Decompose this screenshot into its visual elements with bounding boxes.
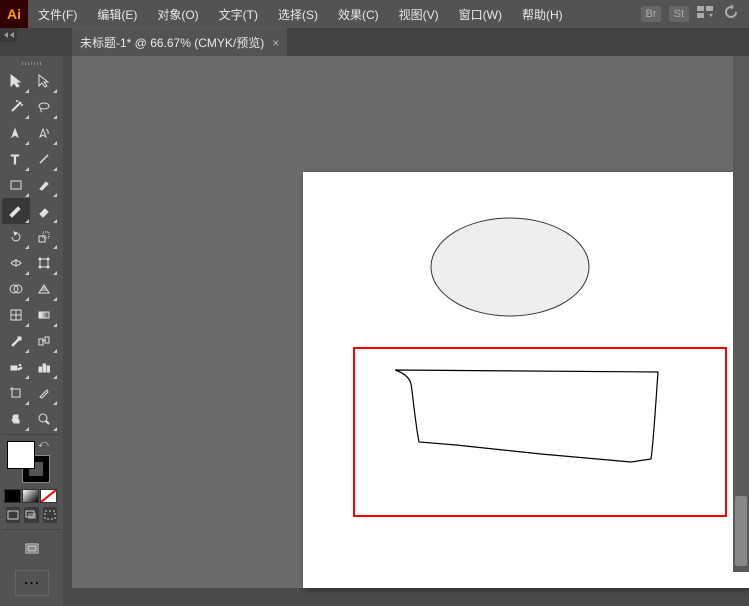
menu-bar: Ai 文件(F) 编辑(E) 对象(O) 文字(T) 选择(S) 效果(C) 视… bbox=[0, 0, 749, 28]
color-gradient[interactable] bbox=[22, 489, 39, 503]
menu-type[interactable]: 文字(T) bbox=[209, 0, 268, 28]
selection-tool[interactable] bbox=[2, 68, 30, 94]
magic-wand-tool[interactable] bbox=[2, 94, 30, 120]
type-tool[interactable]: T bbox=[2, 146, 30, 172]
menu-edit[interactable]: 编辑(E) bbox=[87, 0, 147, 28]
workspace-switcher-icon[interactable] bbox=[697, 5, 715, 23]
color-none[interactable] bbox=[40, 489, 57, 503]
rotate-tool[interactable] bbox=[2, 224, 30, 250]
app-logo-icon: Ai bbox=[0, 0, 28, 28]
perspective-grid-tool[interactable] bbox=[30, 276, 58, 302]
slice-tool[interactable] bbox=[30, 380, 58, 406]
symbol-sprayer-tool[interactable] bbox=[2, 354, 30, 380]
fill-stroke-swatch[interactable]: ⤺ bbox=[4, 439, 59, 485]
menu-file[interactable]: 文件(F) bbox=[28, 0, 87, 28]
blend-tool[interactable] bbox=[30, 328, 58, 354]
vertical-scrollbar[interactable] bbox=[733, 56, 749, 572]
direct-selection-tool[interactable] bbox=[30, 68, 58, 94]
edit-toolbar-button[interactable]: ⋯ bbox=[15, 570, 49, 596]
menu-help[interactable]: 帮助(H) bbox=[512, 0, 573, 28]
swap-fill-stroke-icon[interactable]: ⤺ bbox=[38, 439, 49, 450]
rectangle-tool[interactable] bbox=[2, 172, 30, 198]
bridge-icon[interactable]: Br bbox=[641, 6, 661, 22]
menu-window[interactable]: 窗口(W) bbox=[449, 0, 512, 28]
draw-behind-icon[interactable] bbox=[24, 507, 38, 523]
pencil-smooth-tool[interactable] bbox=[2, 198, 30, 224]
gradient-tool[interactable] bbox=[30, 302, 58, 328]
pen-tool[interactable] bbox=[2, 120, 30, 146]
artboard-tool[interactable] bbox=[2, 380, 30, 406]
color-mode-row bbox=[2, 489, 61, 503]
sync-icon[interactable] bbox=[723, 4, 739, 25]
menu-view[interactable]: 视图(V) bbox=[389, 0, 449, 28]
mesh-tool[interactable] bbox=[2, 302, 30, 328]
hand-tool[interactable] bbox=[2, 406, 30, 432]
toolbox-grip[interactable] bbox=[2, 58, 61, 68]
fill-swatch[interactable] bbox=[7, 441, 35, 469]
column-graph-tool[interactable] bbox=[30, 354, 58, 380]
vertical-scroll-thumb[interactable] bbox=[735, 496, 747, 566]
shape-builder-tool[interactable] bbox=[2, 276, 30, 302]
lasso-tool[interactable] bbox=[30, 94, 58, 120]
menubar-right: Br St bbox=[641, 4, 749, 25]
stock-icon[interactable]: St bbox=[669, 6, 689, 22]
draw-normal-icon[interactable] bbox=[6, 507, 20, 523]
canvas-area[interactable] bbox=[72, 56, 749, 588]
screen-mode-tool[interactable] bbox=[18, 536, 46, 562]
document-tab-bar: 未标题-1* @ 66.67% (CMYK/预览) × bbox=[0, 28, 749, 56]
width-tool[interactable] bbox=[2, 250, 30, 276]
menu-select[interactable]: 选择(S) bbox=[268, 0, 328, 28]
eraser-tool[interactable] bbox=[30, 198, 58, 224]
tab-close-button[interactable]: × bbox=[272, 36, 279, 50]
menu-effect[interactable]: 效果(C) bbox=[328, 0, 389, 28]
highlight-annotation bbox=[353, 347, 727, 517]
panel-collapse-toggle[interactable] bbox=[0, 28, 17, 42]
free-transform-tool[interactable] bbox=[30, 250, 58, 276]
line-segment-tool[interactable] bbox=[30, 146, 58, 172]
draw-mode-row bbox=[2, 503, 61, 527]
ellipse-shape[interactable] bbox=[429, 216, 591, 318]
scale-tool[interactable] bbox=[30, 224, 58, 250]
color-solid[interactable] bbox=[4, 489, 21, 503]
draw-inside-icon[interactable] bbox=[43, 507, 57, 523]
svg-text:T: T bbox=[11, 152, 19, 166]
toolbox: T ⤺ bbox=[0, 56, 63, 606]
document-tab[interactable]: 未标题-1* @ 66.67% (CMYK/预览) × bbox=[72, 28, 287, 56]
menu-object[interactable]: 对象(O) bbox=[147, 0, 208, 28]
curvature-tool[interactable] bbox=[30, 120, 58, 146]
paintbrush-tool[interactable] bbox=[30, 172, 58, 198]
eyedropper-tool[interactable] bbox=[2, 328, 30, 354]
zoom-tool[interactable] bbox=[30, 406, 58, 432]
document-tab-title: 未标题-1* @ 66.67% (CMYK/预览) bbox=[80, 34, 264, 51]
